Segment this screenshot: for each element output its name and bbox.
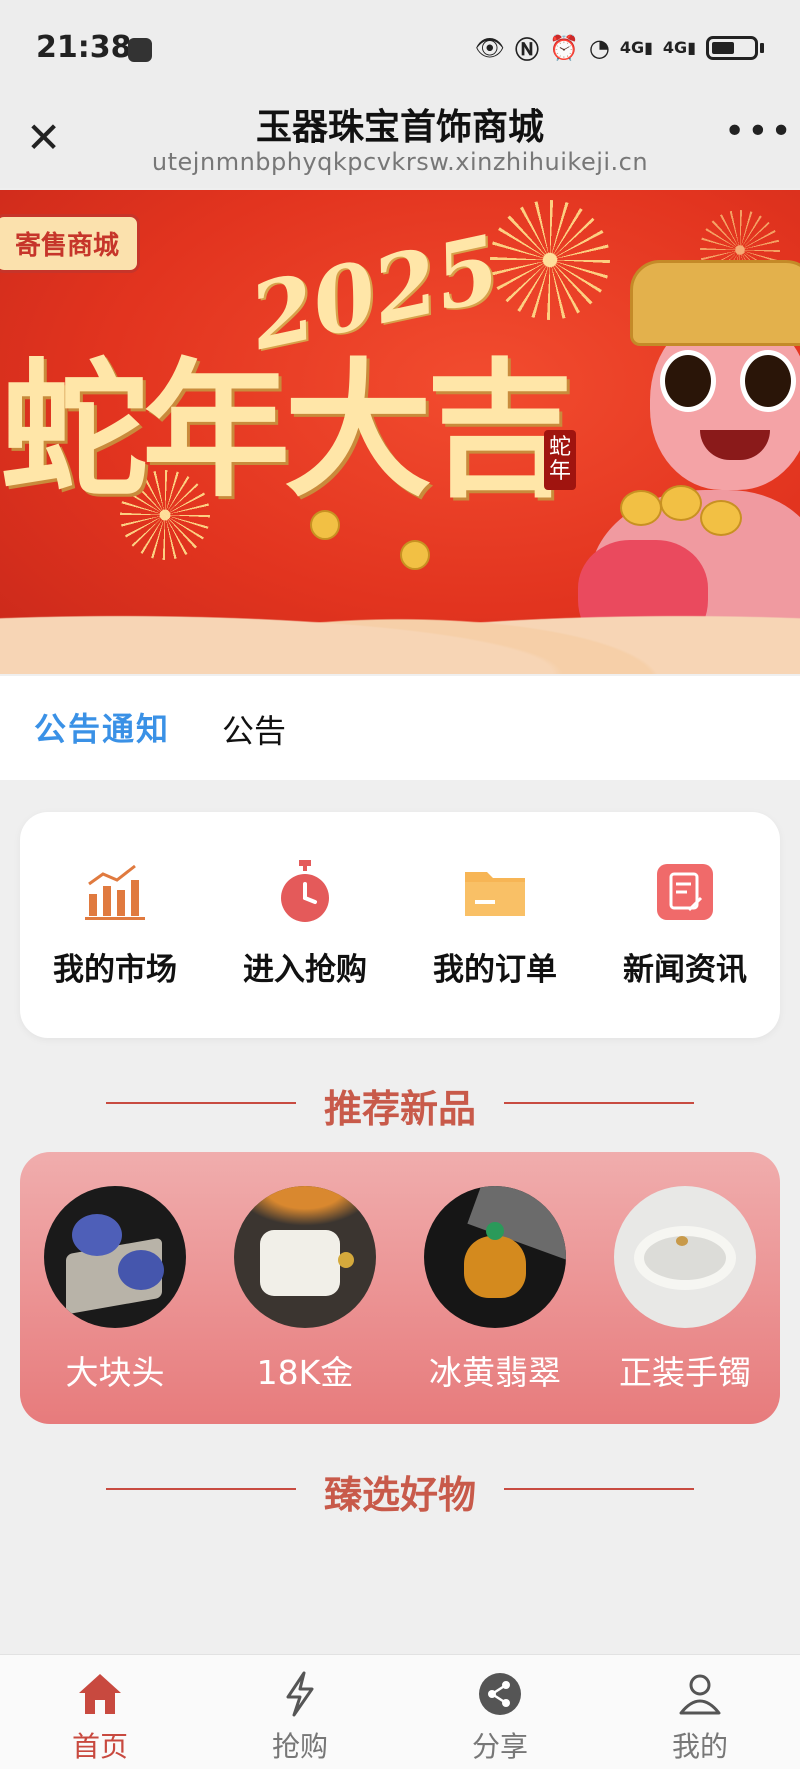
tab-home[interactable]: 首页 <box>0 1671 200 1765</box>
status-icons: 👁 Ⓝ ⏰ ◔ 4G▮ 4G▮ <box>475 30 764 65</box>
tab-profile[interactable]: 我的 <box>600 1671 800 1765</box>
section-title: 推荐新品 <box>323 1087 476 1131</box>
section-header-recommended: 推荐新品 <box>0 1072 800 1132</box>
product-carousel: 大块头 18K金 冰黄翡翠 正装手镯 <box>20 1152 780 1424</box>
nfc-icon: Ⓝ <box>515 36 539 64</box>
page-title: 玉器珠宝首饰商城 <box>255 107 544 148</box>
product-image <box>614 1186 756 1328</box>
section-title: 臻选好物 <box>323 1473 476 1517</box>
gold-coin <box>400 540 430 570</box>
gold-coin <box>700 500 742 536</box>
divider <box>504 1488 694 1490</box>
folder-icon <box>463 860 527 924</box>
tab-flash-sale[interactable]: 抢购 <box>200 1671 400 1765</box>
nav-bar: ✕ 玉器珠宝首饰商城 utejnmnbphyqkpcvkrsw.xinzhihu… <box>0 96 800 188</box>
product-item[interactable]: 冰黄翡翠 <box>400 1186 590 1394</box>
tab-label: 我的 <box>671 1730 728 1763</box>
wifi-icon: ◔ <box>588 33 610 62</box>
banner-headline: 蛇年大吉 <box>0 343 574 517</box>
bar-chart-icon <box>83 860 147 924</box>
product-image <box>234 1186 376 1328</box>
product-item[interactable]: 正装手镯 <box>590 1186 780 1394</box>
product-item[interactable]: 大块头 <box>20 1186 210 1394</box>
stopwatch-icon <box>273 860 337 924</box>
gold-coin <box>660 485 702 521</box>
tab-label: 分享 <box>471 1730 528 1763</box>
eye-icon: 👁 <box>474 33 505 62</box>
banner-seal: 蛇年 <box>544 430 576 490</box>
notice-bar[interactable]: 公告通知 公告 <box>0 676 800 780</box>
bottom-tabbar: 首页 抢购 分享 我的 <box>0 1654 800 1769</box>
page-url: utejnmnbphyqkpcvkrsw.xinzhihuikeji.cn <box>151 148 649 176</box>
banner-tag: 寄售商城 <box>0 214 141 273</box>
quick-link-my-market[interactable]: 我的市场 <box>20 860 210 989</box>
product-image <box>44 1186 186 1328</box>
tab-label: 抢购 <box>271 1730 328 1763</box>
notice-text[interactable]: 公告 <box>222 706 286 752</box>
tab-label: 首页 <box>71 1730 128 1763</box>
signal-icon-2: 4G▮ <box>662 38 696 57</box>
divider <box>504 1102 694 1104</box>
quick-link-flash-sale[interactable]: 进入抢购 <box>210 860 400 989</box>
quick-link-label: 我的市场 <box>53 952 177 988</box>
firework-decoration <box>490 200 610 320</box>
cloud-decoration <box>0 584 800 674</box>
quick-link-label: 进入抢购 <box>243 952 367 988</box>
snake-mascot-crown <box>630 260 800 346</box>
more-icon[interactable]: ••• <box>724 110 792 154</box>
gold-coin <box>310 510 340 540</box>
quick-link-my-orders[interactable]: 我的订单 <box>400 860 590 989</box>
product-item[interactable]: 18K金 <box>210 1186 400 1394</box>
product-name: 18K金 <box>256 1353 354 1392</box>
notice-label: 公告通知 <box>34 710 171 748</box>
product-name: 正装手镯 <box>619 1353 751 1392</box>
alarm-icon: ⏰ <box>549 33 579 62</box>
snake-eye <box>660 350 716 412</box>
home-icon <box>76 1671 124 1717</box>
product-name: 大块头 <box>65 1353 165 1392</box>
status-bar: 21:38 👁 Ⓝ ⏰ ◔ 4G▮ 4G▮ <box>0 0 800 96</box>
promo-banner[interactable]: 寄售商城 2025 蛇年大吉 蛇年 <box>0 190 800 674</box>
product-name: 冰黄翡翠 <box>429 1353 561 1392</box>
product-image <box>424 1186 566 1328</box>
snake-eye <box>740 350 796 412</box>
battery-icon <box>706 35 758 60</box>
gold-coin <box>620 490 662 526</box>
app-notification-icon <box>128 38 152 62</box>
clipboard-icon <box>653 860 717 924</box>
quick-link-news[interactable]: 新闻资讯 <box>590 860 780 989</box>
quick-link-label: 我的订单 <box>433 952 557 988</box>
share-icon <box>476 1671 524 1717</box>
quick-links-card: 我的市场 进入抢购 我的订单 新闻资讯 <box>20 812 780 1038</box>
section-header-featured: 臻选好物 <box>0 1458 800 1518</box>
user-icon <box>676 1671 724 1717</box>
tab-share[interactable]: 分享 <box>400 1671 600 1765</box>
lightning-icon <box>276 1671 324 1717</box>
quick-link-label: 新闻资讯 <box>623 952 747 988</box>
signal-icon: 4G▮ <box>619 38 653 57</box>
status-time: 21:38 <box>36 30 132 65</box>
